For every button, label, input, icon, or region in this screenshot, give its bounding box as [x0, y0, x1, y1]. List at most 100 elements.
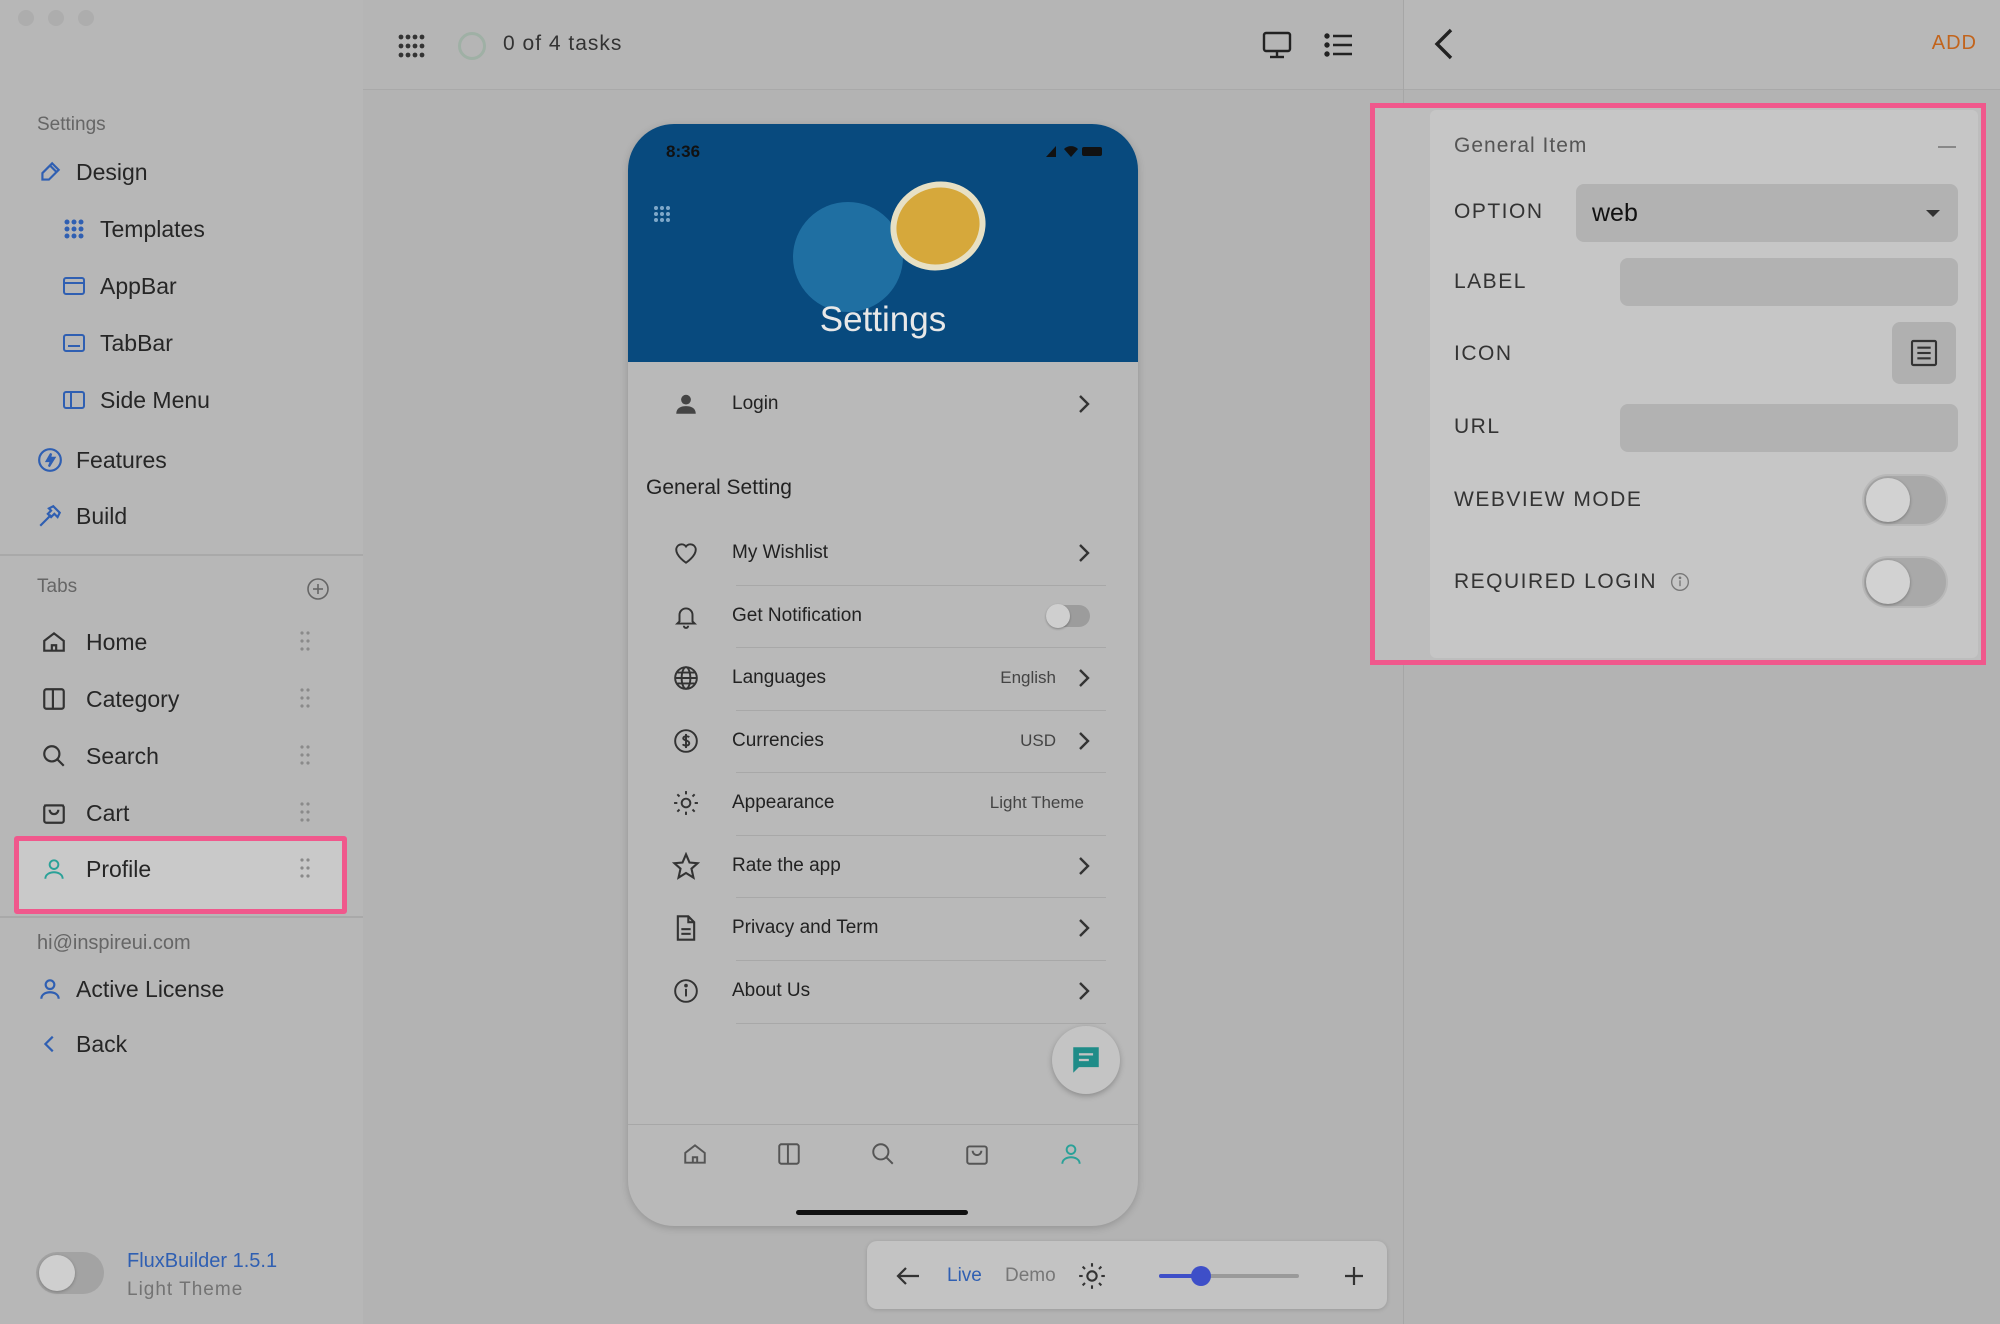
- drag-handle-icon[interactable]: [300, 687, 310, 709]
- required-login-toggle[interactable]: [1862, 556, 1948, 608]
- chevron-right-icon: [1079, 544, 1090, 562]
- menu-grid-icon[interactable]: [650, 202, 674, 231]
- tab-item-cart[interactable]: Cart: [40, 789, 310, 837]
- tab-item-search[interactable]: Search: [40, 732, 310, 780]
- sidebar-item-build[interactable]: Build: [36, 492, 127, 540]
- zoom-slider[interactable]: [1159, 1266, 1299, 1286]
- demo-mode-button[interactable]: Demo: [1005, 1265, 1056, 1287]
- sidebar-item-appbar[interactable]: AppBar: [60, 262, 177, 310]
- plus-icon[interactable]: [1339, 1261, 1369, 1291]
- row-label: Login: [732, 393, 779, 414]
- settings-row-about[interactable]: About Us: [646, 960, 1106, 1022]
- label-input[interactable]: [1620, 258, 1958, 306]
- sidebar-item-label: Build: [76, 502, 128, 529]
- settings-row-wishlist[interactable]: My Wishlist: [646, 522, 1106, 584]
- theme-toggle[interactable]: [36, 1252, 104, 1294]
- sun-icon[interactable]: [1077, 1261, 1107, 1291]
- hero-title: Settings: [819, 300, 947, 339]
- caret-down-icon: [1926, 210, 1940, 217]
- settings-row-currencies[interactable]: Currencies USD: [646, 710, 1106, 772]
- task-progress-ring[interactable]: [458, 32, 486, 60]
- url-input[interactable]: [1620, 404, 1958, 452]
- preview-controls: Live Demo: [867, 1241, 1387, 1309]
- back-link[interactable]: Back: [36, 1020, 127, 1068]
- home-icon: [40, 628, 68, 656]
- row-label: Privacy and Term: [732, 917, 879, 938]
- minimize-window-dot[interactable]: [48, 10, 64, 26]
- sidebar-divider: [0, 916, 363, 918]
- info-icon[interactable]: [1670, 572, 1690, 592]
- row-divider: [736, 1023, 1106, 1024]
- option-selected-value: web: [1592, 198, 1638, 227]
- webview-mode-toggle[interactable]: [1862, 474, 1948, 526]
- sidebar-item-label: Features: [76, 446, 167, 473]
- label-field-label: LABEL: [1454, 270, 1527, 293]
- side-menu-icon: [60, 386, 88, 414]
- sun-icon: [666, 790, 706, 816]
- tab-item-label: Cart: [86, 799, 130, 826]
- arrow-left-icon[interactable]: [893, 1261, 923, 1291]
- hammer-icon: [36, 502, 64, 530]
- sidebar-item-side-menu[interactable]: Side Menu: [60, 376, 210, 424]
- phone-tab-bar: [628, 1124, 1138, 1188]
- notification-toggle[interactable]: [1046, 604, 1090, 628]
- zoom-slider-thumb[interactable]: [1191, 1266, 1211, 1286]
- settings-row-rate[interactable]: Rate the app: [646, 835, 1106, 897]
- cart-icon[interactable]: [964, 1141, 990, 1172]
- task-counter[interactable]: 0 of 4 tasks: [503, 32, 622, 56]
- search-icon[interactable]: [870, 1141, 896, 1172]
- drag-handle-icon[interactable]: [300, 630, 310, 652]
- row-label: Rate the app: [732, 855, 841, 876]
- settings-row-privacy[interactable]: Privacy and Term: [646, 897, 1106, 959]
- sidebar-item-design[interactable]: Design: [36, 148, 148, 196]
- tab-item-home[interactable]: Home: [40, 618, 310, 666]
- settings-row-notification[interactable]: Get Notification: [646, 585, 1106, 647]
- category-icon: [40, 685, 68, 713]
- status-bar-time: 8:36: [666, 142, 701, 161]
- active-license-link[interactable]: Active License: [36, 965, 224, 1013]
- drag-handle-icon[interactable]: [300, 801, 310, 823]
- list-icon[interactable]: [1322, 28, 1356, 62]
- close-window-dot[interactable]: [18, 10, 34, 26]
- dollar-icon: [666, 728, 706, 754]
- collapse-icon[interactable]: [1938, 146, 1956, 148]
- sidebar-item-label: AppBar: [100, 272, 177, 299]
- profile-icon[interactable]: [1058, 1141, 1084, 1172]
- section-title: General Setting: [646, 476, 792, 499]
- drag-handle-icon[interactable]: [300, 857, 310, 879]
- login-row[interactable]: Login: [646, 373, 1106, 435]
- desktop-icon[interactable]: [1260, 28, 1294, 62]
- add-tab-icon[interactable]: [305, 576, 331, 602]
- apps-grid-icon[interactable]: [396, 30, 428, 62]
- sidebar-divider: [0, 554, 363, 556]
- sidebar-item-features[interactable]: Features: [36, 436, 167, 484]
- category-icon[interactable]: [776, 1141, 802, 1172]
- tab-item-profile[interactable]: Profile: [40, 845, 310, 893]
- drag-handle-icon[interactable]: [300, 744, 310, 766]
- settings-row-appearance[interactable]: Appearance Light Theme: [646, 772, 1106, 834]
- add-button[interactable]: ADD: [1932, 32, 1977, 55]
- document-icon: [666, 914, 706, 942]
- zoom-window-dot[interactable]: [78, 10, 94, 26]
- sidebar-item-label: Design: [76, 158, 148, 185]
- article-icon: [1910, 339, 1938, 367]
- toggle-knob: [1046, 604, 1070, 628]
- row-value: Light Theme: [989, 793, 1084, 812]
- chevron-right-icon: [1079, 919, 1090, 937]
- info-icon: [666, 978, 706, 1004]
- profile-icon: [40, 855, 68, 883]
- tab-item-category[interactable]: Category: [40, 675, 310, 723]
- settings-section-label: Settings: [37, 114, 106, 135]
- live-mode-button[interactable]: Live: [947, 1265, 982, 1287]
- chat-fab[interactable]: [1052, 1026, 1120, 1094]
- sidebar-item-tabbar[interactable]: TabBar: [60, 319, 173, 367]
- option-select[interactable]: web: [1576, 184, 1958, 242]
- home-icon[interactable]: [682, 1141, 708, 1172]
- home-indicator: [796, 1210, 968, 1215]
- tab-item-label: Search: [86, 742, 159, 769]
- sidebar-item-templates[interactable]: Templates: [60, 205, 205, 253]
- settings-row-languages[interactable]: Languages English: [646, 647, 1106, 709]
- chevron-left-icon[interactable]: [1426, 24, 1462, 64]
- icon-picker-button[interactable]: [1892, 322, 1956, 384]
- tab-item-label: Category: [86, 685, 180, 712]
